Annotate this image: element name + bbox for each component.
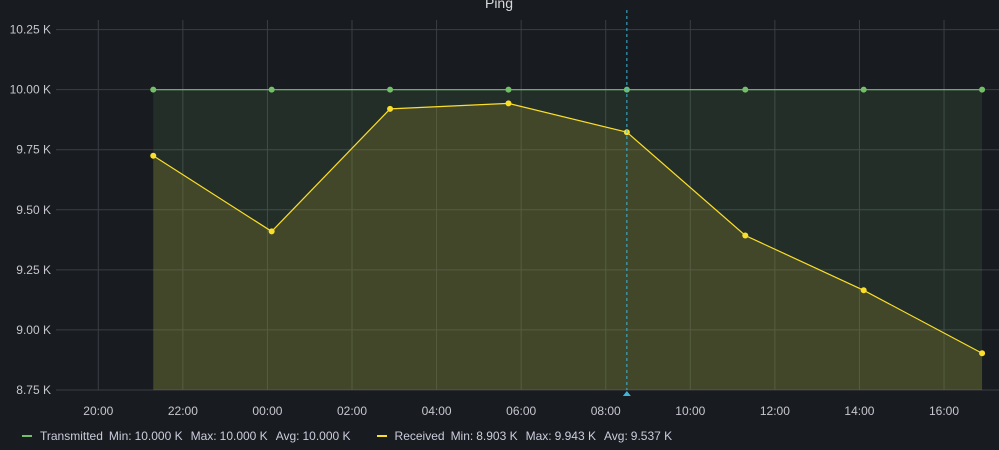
- ping-chart[interactable]: Ping 8.75 K 9.00 K 9.25 K 9.50 K 9.75 K 10.00…: [0, 0, 999, 450]
- data-point-transmitted[interactable]: [860, 86, 867, 93]
- x-tick-label: 00:00: [252, 404, 282, 418]
- legend-stat-value: 10.000 K: [219, 429, 268, 443]
- data-point-received[interactable]: [742, 232, 749, 239]
- legend-item-transmitted[interactable]: Transmitted Min: 10.000 K Max: 10.000 K Avg: 1…: [22, 429, 359, 443]
- x-tick-label: 12:00: [760, 404, 790, 418]
- x-axis-ticks: 20:00 22:00 00:00 02:00 04:00 06:00 08:00 10:00…: [83, 404, 959, 418]
- legend-stat-key: Min:: [108, 429, 132, 443]
- y-tick-label: 9.00 K: [16, 323, 51, 337]
- x-tick-label: 20:00: [83, 404, 113, 418]
- legend-stat-value: 9.537 K: [630, 429, 673, 443]
- data-point-transmitted[interactable]: [150, 86, 157, 93]
- x-tick-label: 22:00: [168, 404, 198, 418]
- x-tick-label: 08:00: [591, 404, 621, 418]
- y-tick-label: 9.25 K: [16, 263, 51, 277]
- series-areas: [153, 89, 983, 391]
- x-tick-label: 06:00: [506, 404, 536, 418]
- y-tick-label: 9.75 K: [16, 143, 51, 157]
- y-axis-ticks: 8.75 K 9.00 K 9.25 K 9.50 K 9.75 K 10.00 K 10.…: [10, 23, 51, 397]
- legend-swatch: [22, 435, 32, 437]
- x-tick-label: 04:00: [422, 404, 452, 418]
- data-point-received[interactable]: [387, 105, 394, 112]
- legend: Transmitted Min: 10.000 K Max: 10.000 K Avg: 1…: [22, 428, 698, 444]
- y-tick-label: 9.50 K: [16, 203, 51, 217]
- data-point-received[interactable]: [860, 287, 867, 294]
- legend-stat-key: Max:: [190, 429, 217, 443]
- data-point-transmitted[interactable]: [505, 86, 512, 93]
- legend-stat-key: Min:: [450, 429, 474, 443]
- legend-stat-value: 10.000 K: [134, 429, 183, 443]
- data-point-received[interactable]: [979, 350, 986, 357]
- x-tick-label: 16:00: [929, 404, 959, 418]
- data-point-transmitted[interactable]: [387, 86, 394, 93]
- legend-stat-value: 10.000 K: [302, 429, 351, 443]
- legend-series-name: Received: [394, 429, 445, 443]
- data-point-transmitted[interactable]: [979, 86, 986, 93]
- crosshair-marker: [622, 391, 631, 396]
- data-point-received[interactable]: [268, 228, 275, 235]
- legend-item-received[interactable]: Received Min: 8.903 K Max: 9.943 K Avg: 9.537 …: [376, 429, 681, 443]
- legend-stat-key: Avg:: [604, 429, 628, 443]
- legend-swatch: [376, 435, 387, 437]
- legend-stat-value: 8.903 K: [476, 429, 518, 443]
- ping-panel: Ping 8.75 K 9.00 K 9.25 K 9.50 K 9.75 K 10.00…: [0, 0, 999, 450]
- chart-title[interactable]: Ping: [485, 0, 513, 11]
- legend-series-name: Transmitted: [40, 429, 103, 443]
- data-point-transmitted[interactable]: [268, 86, 275, 93]
- x-tick-label: 10:00: [675, 404, 705, 418]
- data-point-received[interactable]: [150, 152, 157, 159]
- data-point-transmitted[interactable]: [742, 86, 749, 93]
- data-point-received[interactable]: [505, 100, 512, 107]
- legend-stat-key: Avg:: [275, 429, 300, 443]
- legend-stat-key: Max:: [525, 429, 552, 443]
- y-tick-label: 8.75 K: [16, 383, 51, 397]
- x-tick-label: 14:00: [844, 404, 874, 418]
- y-tick-label: 10.00 K: [10, 83, 51, 97]
- x-tick-label: 02:00: [337, 404, 367, 418]
- y-tick-label: 10.25 K: [10, 23, 51, 37]
- legend-stat-value: 9.943 K: [554, 429, 596, 443]
